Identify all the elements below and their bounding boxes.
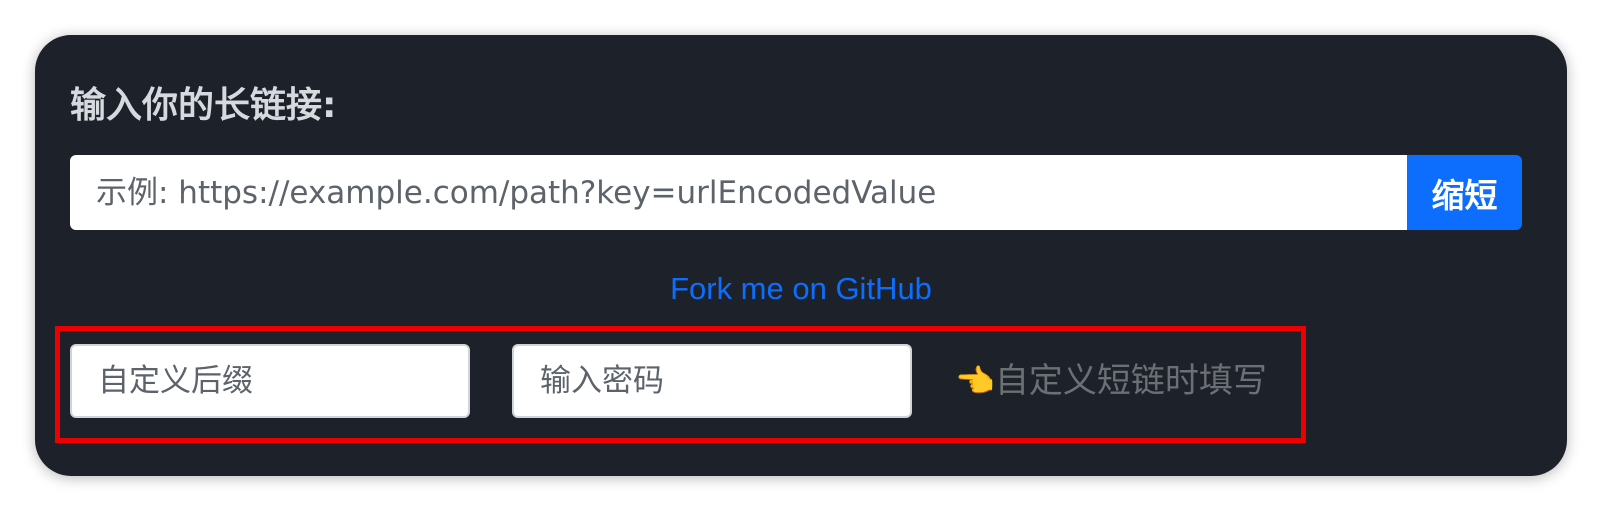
shorten-button[interactable]: 缩短 — [1407, 155, 1522, 230]
pointing-hand-icon: 👈 — [955, 362, 995, 400]
custom-hint: 👈自定义短链时填写 — [955, 357, 1267, 405]
page-title: 输入你的长链接: — [70, 85, 337, 126]
custom-suffix-input[interactable] — [70, 344, 470, 418]
fork-on-github-link[interactable]: Fork me on GitHub — [0, 267, 1602, 311]
password-input[interactable] — [512, 344, 912, 418]
long-url-input[interactable] — [70, 155, 1407, 230]
url-input-group: 缩短 — [70, 155, 1522, 230]
custom-hint-text: 自定义短链时填写 — [994, 361, 1267, 401]
